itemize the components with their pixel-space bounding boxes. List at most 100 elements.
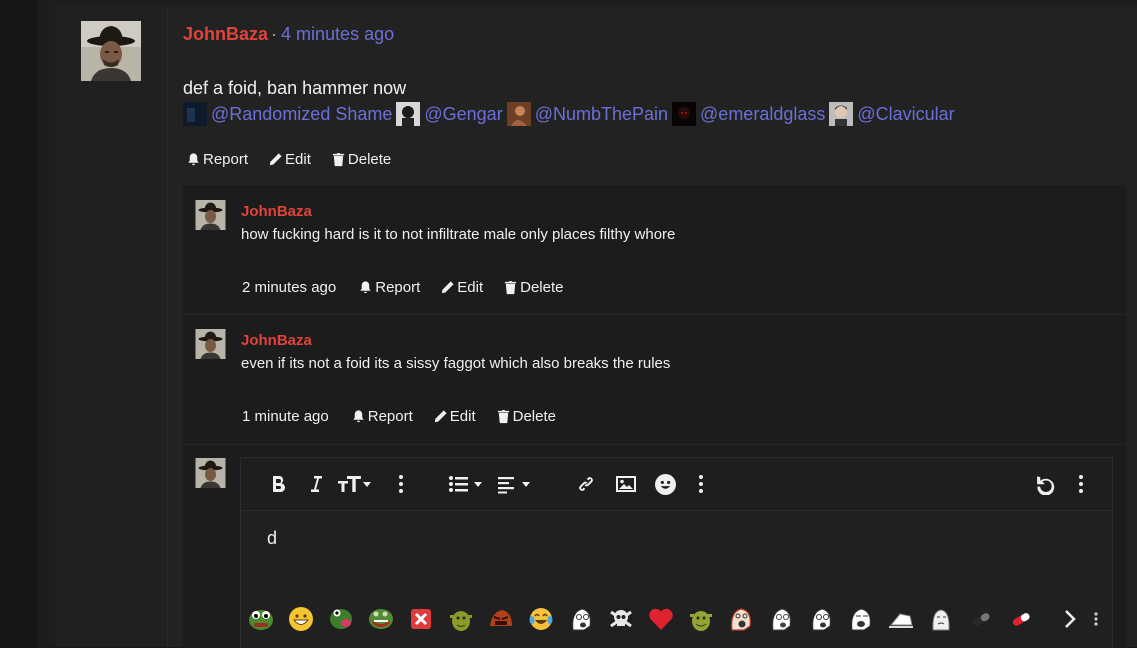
soyjak-drawing-icon[interactable] (848, 606, 874, 632)
undo-icon[interactable] (1033, 472, 1057, 496)
author-avatar[interactable] (81, 21, 141, 81)
mention-link[interactable]: @Gengar (396, 102, 503, 126)
bold-icon[interactable] (267, 472, 289, 496)
mention-label: @Randomized Shame (211, 103, 393, 124)
pencil-icon (269, 153, 282, 166)
reply-avatar[interactable] (195, 329, 226, 359)
edit-button[interactable]: Edit (433, 408, 476, 425)
frog-tongue-icon[interactable] (328, 606, 354, 632)
report-button[interactable]: Report (351, 408, 413, 425)
report-button[interactable]: Report (358, 279, 420, 296)
reply-actions: 2 minutes ago Report Edit Delete (242, 279, 583, 296)
post-timestamp[interactable]: 4 minutes ago (281, 24, 394, 44)
trash-icon (497, 409, 509, 424)
editor-content: d (267, 528, 278, 548)
delete-button[interactable]: Delete (331, 151, 391, 168)
grin-face-icon[interactable] (288, 606, 314, 632)
report-label: Report (375, 279, 421, 296)
red-heart-icon[interactable] (648, 606, 674, 632)
delete-label: Delete (347, 151, 392, 168)
mention-link[interactable]: @NumbThePain (506, 102, 669, 126)
reply-username[interactable]: JohnBaza (241, 203, 312, 220)
soyjak-scream-icon[interactable] (728, 606, 754, 632)
mentions-line: @Randomized Shame @Gengar @NumbThePain @… (183, 102, 959, 126)
mention-link[interactable]: @Clavicular (829, 102, 955, 126)
edit-label: Edit (285, 151, 311, 168)
separator-dot: · (271, 24, 278, 44)
bell-icon (360, 281, 371, 294)
reply-timestamp[interactable]: 2 minutes ago (242, 279, 336, 296)
more-vertical-icon[interactable] (1075, 472, 1087, 496)
reply-timestamp[interactable]: 1 minute ago (242, 408, 329, 425)
reply-item: JohnBaza how fucking hard is it to not i… (183, 185, 1127, 315)
mention-link[interactable]: @emeraldglass (672, 102, 825, 126)
editor-toolbar (241, 458, 1112, 511)
shrek-small-icon[interactable] (688, 606, 714, 632)
comment-post: JohnBaza · 4 minutes ago def a foid, ban h… (0, 0, 1137, 648)
reply-text: how fucking hard is it to not infiltrate… (241, 226, 676, 243)
trash-icon (332, 152, 345, 167)
delete-label: Delete (512, 408, 556, 425)
mention-label: @emeraldglass (700, 103, 826, 124)
pepe-frog-icon[interactable] (248, 606, 274, 632)
soyjak-sketch-icon[interactable] (768, 606, 794, 632)
text-size-icon[interactable] (338, 472, 376, 496)
user-avatar-icon (396, 102, 421, 126)
reply-editor: d (240, 457, 1113, 648)
shrek-icon[interactable] (448, 606, 474, 632)
x-mark-icon[interactable] (408, 606, 434, 632)
reply-avatar[interactable] (195, 200, 226, 230)
emoji-bar (241, 596, 1112, 648)
soyjak-icon[interactable] (568, 606, 594, 632)
mention-label: @Gengar (424, 103, 503, 124)
image-icon[interactable] (614, 472, 638, 496)
edit-button[interactable]: Edit (440, 279, 483, 296)
mention-label: @NumbThePain (534, 103, 669, 124)
delete-button[interactable]: Delete (503, 279, 563, 296)
laugh-cry-icon[interactable] (528, 606, 554, 632)
link-icon[interactable] (574, 472, 598, 496)
soyjak-point-icon[interactable] (808, 606, 834, 632)
edit-button[interactable]: Edit (268, 151, 311, 168)
author-username[interactable]: JohnBaza (183, 24, 268, 44)
pencil-icon (434, 410, 447, 423)
edit-label: Edit (449, 408, 476, 425)
italic-icon[interactable] (305, 472, 327, 496)
smiley-icon[interactable] (653, 472, 677, 496)
composer-avatar (195, 458, 226, 488)
report-label: Report (203, 151, 249, 168)
skull-crossbones-icon[interactable] (608, 606, 634, 632)
user-avatar-icon (829, 102, 854, 126)
pencil-icon (442, 281, 454, 294)
laying-doodle-icon[interactable] (888, 606, 914, 632)
replies-container: JohnBaza how fucking hard is it to not i… (183, 185, 1127, 648)
post-header: JohnBaza · 4 minutes ago (183, 24, 394, 45)
editor-text-area[interactable]: d (241, 511, 1112, 596)
report-button[interactable]: Report (186, 151, 248, 168)
list-icon[interactable] (449, 472, 485, 496)
next-arrow-icon[interactable] (1057, 606, 1083, 632)
bell-icon (353, 410, 364, 423)
bell-icon (188, 153, 199, 166)
wojak-icon[interactable] (928, 606, 954, 632)
pepe-grin-icon[interactable] (368, 606, 394, 632)
mention-label: @Clavicular (857, 103, 955, 124)
user-avatar-icon (506, 102, 531, 126)
report-label: Report (367, 408, 413, 425)
reply-text: even if its not a foid its a sissy faggo… (241, 355, 671, 372)
user-avatar-icon (183, 102, 207, 126)
angry-red-icon[interactable] (488, 606, 514, 632)
post-actions: Report Edit Delete (186, 151, 411, 168)
mention-link[interactable]: @Randomized Shame (183, 102, 392, 126)
delete-button[interactable]: Delete (496, 408, 556, 425)
more-vertical-icon[interactable] (395, 472, 407, 496)
reply-item: JohnBaza even if its not a foid its a si… (183, 315, 1127, 445)
more-vertical-icon[interactable] (695, 472, 707, 496)
red-pill-icon[interactable] (1008, 606, 1034, 632)
post-body-text: def a foid, ban hammer now (183, 78, 407, 98)
reply-username[interactable]: JohnBaza (241, 332, 312, 349)
reply-actions: 1 minute ago Report Edit Delete (242, 408, 576, 425)
align-icon[interactable] (498, 472, 534, 496)
more-vertical-icon[interactable] (1091, 606, 1101, 632)
black-pill-icon[interactable] (968, 606, 994, 632)
